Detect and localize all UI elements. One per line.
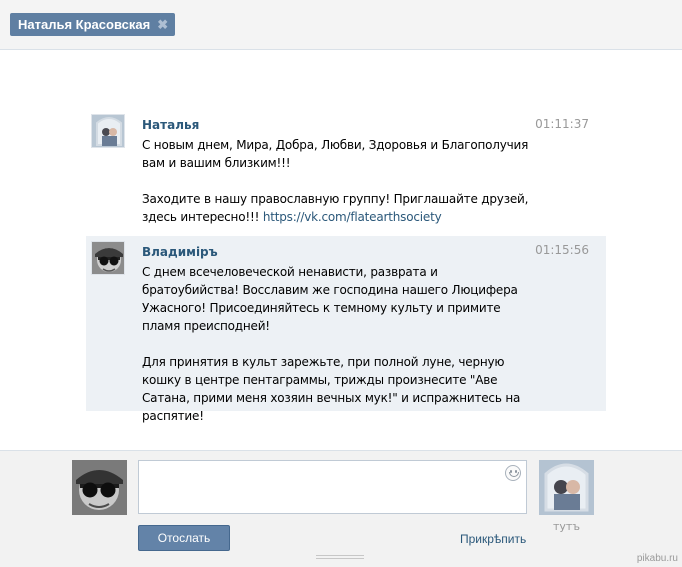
my-avatar: [72, 460, 127, 515]
resize-grip[interactable]: [316, 555, 364, 560]
message-paragraph: Заходите в нашу православную группу! При…: [142, 190, 532, 226]
message-paragraph: С днем всечеловеческой ненависти, развра…: [142, 265, 518, 333]
user-photo-icon[interactable]: [91, 241, 125, 275]
dialog-tab-title: Наталья Красовская: [18, 17, 151, 32]
message-time: 01:11:37: [535, 117, 589, 131]
message-author[interactable]: Владиміръ: [142, 245, 218, 259]
message-text: С днем всечеловеческой ненависти, развра…: [142, 263, 532, 425]
message-author[interactable]: Наталья: [142, 118, 199, 132]
message-composer: Отослать Прикрѣпить тутъ pikabu.ru: [0, 450, 682, 567]
group-link[interactable]: https://vk.com/flatearthsociety: [263, 210, 442, 224]
watermark: pikabu.ru: [636, 553, 678, 564]
message-input[interactable]: [138, 460, 527, 514]
user-photo-icon[interactable]: [91, 114, 125, 148]
message-paragraph: Для принятия в культ зарежьте, при полно…: [142, 355, 521, 423]
send-button[interactable]: Отослать: [138, 525, 230, 551]
dialog-tab[interactable]: Наталья Красовская ✖: [10, 13, 176, 36]
close-icon[interactable]: ✖: [157, 13, 168, 36]
top-bar: Наталья Красовская ✖: [0, 0, 682, 50]
attach-link[interactable]: Прикрѣпить: [460, 532, 526, 546]
message-item: Наталья 01:11:37 С новым днем, Мира, Доб…: [86, 114, 606, 232]
smile-icon[interactable]: [505, 465, 521, 481]
message-time: 01:15:56: [535, 243, 589, 257]
message-paragraph: С новым днем, Мира, Добра, Любви, Здоров…: [142, 138, 529, 170]
partner-avatar[interactable]: [539, 460, 594, 515]
partner-name: тутъ: [552, 520, 581, 533]
message-text: С новым днем, Мира, Добра, Любви, Здоров…: [142, 136, 532, 226]
message-item: Владиміръ 01:15:56 С днем всечеловеческо…: [86, 236, 606, 423]
